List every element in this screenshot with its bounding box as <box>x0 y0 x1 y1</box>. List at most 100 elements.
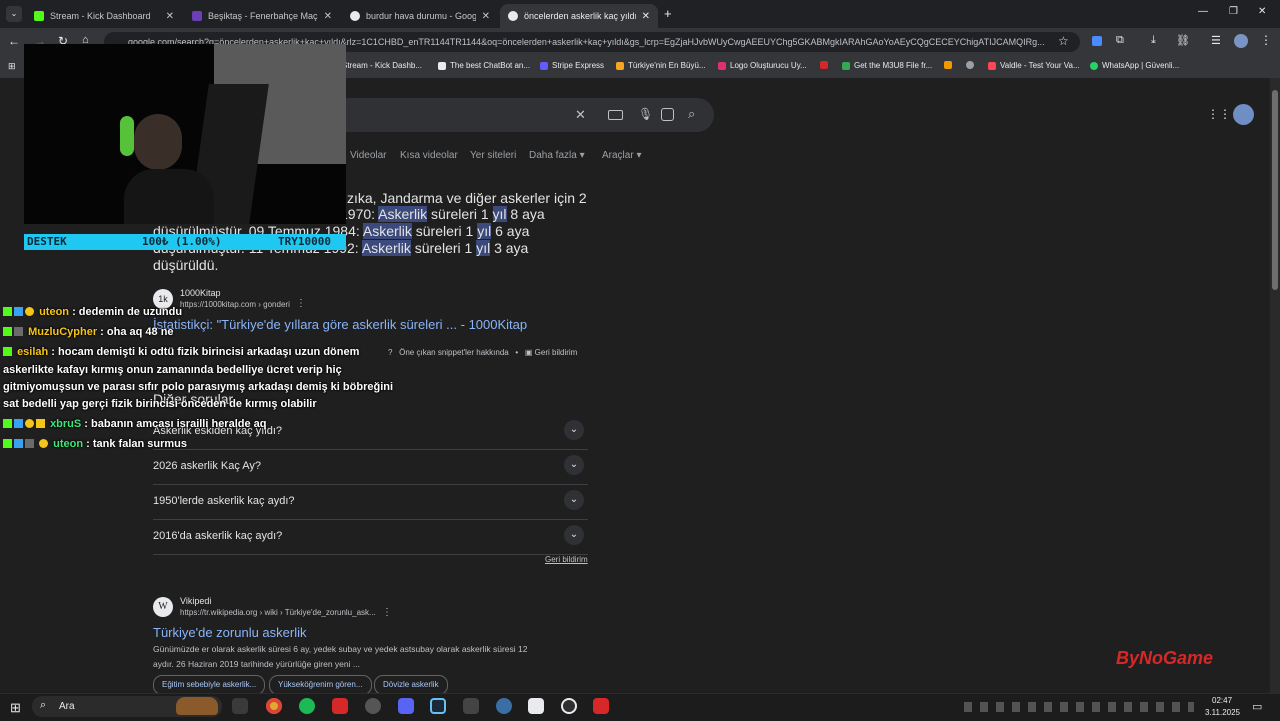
more-options-icon[interactable]: ⋮ <box>382 607 392 618</box>
more-options-icon[interactable]: ⋮ <box>296 298 306 309</box>
bookmark-whatsapp[interactable]: WhatsApp | Güvenli... <box>1090 61 1179 70</box>
keyboard-icon[interactable] <box>608 110 623 120</box>
tab-kick-dashboard[interactable]: Stream - Kick Dashboard ✕ <box>26 4 182 28</box>
bookmark-orange[interactable] <box>944 61 956 69</box>
clock-date[interactable]: 3.11.2025 <box>1205 708 1240 717</box>
bookmark-globe[interactable] <box>966 61 978 69</box>
tab-besiktas[interactable]: Beşiktaş - Fenerbahçe Maç Öze✕ <box>184 4 340 28</box>
chat-message: sat bedelli yap gerçi fizik birincisi ön… <box>3 398 317 410</box>
video-icon <box>192 11 202 21</box>
tab-burdur-hava[interactable]: burdur hava durumu - Google ✕ <box>342 4 498 28</box>
snippet-line-5: düşürüldü. <box>153 257 219 273</box>
snippet-about-link[interactable]: ? Öne çıkan snippet'ler hakkında • ▣ Ger… <box>388 348 577 357</box>
help-icon: ? <box>388 348 393 357</box>
minimize-button[interactable]: — <box>1198 6 1208 17</box>
result-site-name: 1000Kitap <box>180 288 221 298</box>
chevron-down-icon: ⌄ <box>564 420 584 440</box>
bookmark-red[interactable] <box>820 61 832 69</box>
tab-videolar[interactable]: Videolar <box>350 150 387 161</box>
mod-badge-icon <box>14 419 23 428</box>
reading-list-icon[interactable]: ☰ <box>1211 34 1221 47</box>
tab-yer-siteleri[interactable]: Yer siteleri <box>470 150 516 161</box>
result-site-name: Vikipedi <box>180 596 212 606</box>
tab-search-button[interactable]: ⌄ <box>6 6 22 22</box>
notification-icon[interactable]: ▭ <box>1252 700 1262 713</box>
paa-feedback-link[interactable]: Geri bildirim <box>545 555 588 564</box>
kick-badge-icon <box>3 327 12 336</box>
donation-label: DESTEK <box>27 235 67 248</box>
taskbar-search-label: Ara <box>59 701 75 712</box>
tab-strip: ⌄ Stream - Kick Dashboard ✕ Beşiktaş - Fe… <box>0 0 1280 28</box>
microphone-icon[interactable]: 🎙 <box>638 107 653 121</box>
google-apps-icon[interactable]: ⋮⋮ <box>1207 107 1231 121</box>
result-description: aydır. 26 Haziran 2019 tarihinde yürürlü… <box>153 659 360 669</box>
spotify-icon[interactable] <box>299 698 315 714</box>
tab-daha-fazla[interactable]: Daha fazla ▾ <box>529 150 585 161</box>
chatbot-icon <box>438 61 446 70</box>
link-icon[interactable]: ⛓ <box>1176 34 1190 47</box>
clear-search-icon[interactable]: ✕ <box>575 107 586 123</box>
new-tab-button[interactable]: + <box>664 6 672 21</box>
menu-icon[interactable]: ⋮ <box>1260 33 1272 47</box>
result-url: https://1000kitap.com › gonderi <box>180 300 290 309</box>
close-icon[interactable]: ✕ <box>482 11 490 22</box>
bookmark-chatbot[interactable]: The best ChatBot an... <box>438 61 530 70</box>
chat-message: xbruS : babanın amcası israilli heralde … <box>3 416 267 433</box>
result-url: https://tr.wikipedia.org › wiki › Türkiy… <box>180 608 376 617</box>
close-window-button[interactable]: ✕ <box>1258 6 1266 17</box>
extension-icon[interactable] <box>1092 36 1102 46</box>
app-icon[interactable] <box>496 698 512 714</box>
obs-icon[interactable] <box>561 698 577 714</box>
result-title-link[interactable]: İstatistikçi: "Türkiye'de yıllara göre a… <box>153 317 527 332</box>
maximize-button[interactable]: ❐ <box>1229 6 1238 17</box>
app-red-icon[interactable] <box>593 698 609 714</box>
webcam-overlay <box>24 44 346 224</box>
clock-time[interactable]: 02:47 <box>1212 696 1232 705</box>
windows-start-icon[interactable]: ⊞ <box>10 700 21 716</box>
gift-badge-icon <box>36 419 45 428</box>
paa-question[interactable]: 2016'da askerlik kaç aydı? ⌄ <box>153 519 588 555</box>
capcut-icon[interactable] <box>528 698 544 714</box>
task-view-icon[interactable] <box>232 698 248 714</box>
chevron-down-icon: ⌄ <box>564 525 584 545</box>
chat-message: MuzluCypher : oha aq 48 ne <box>3 324 174 341</box>
account-avatar[interactable] <box>1233 104 1254 125</box>
close-icon[interactable]: ✕ <box>324 11 332 22</box>
chrome-icon[interactable] <box>266 698 282 714</box>
bookmark-m3u8[interactable]: Get the M3U8 File fr... <box>842 61 932 70</box>
app-circle-icon[interactable] <box>365 698 381 714</box>
paa-question[interactable]: 1950'lerde askerlik kaç aydı? ⌄ <box>153 484 588 520</box>
bookmark-valdle[interactable]: Valdle - Test Your Va... <box>988 61 1080 70</box>
tab-askerlik-search[interactable]: öncelerden askerlik kaç yıldı - G✕ <box>500 4 658 28</box>
back-arrow-icon[interactable]: ← <box>8 34 20 48</box>
bookmark-star-icon[interactable]: ☆ <box>1058 34 1069 48</box>
bookmark-logo[interactable]: Logo Oluşturucu Uy... <box>718 61 807 70</box>
search-icon[interactable]: ⌕ <box>688 106 695 122</box>
related-chip[interactable]: Yükseköğrenim gören... <box>269 675 372 695</box>
download-icon[interactable]: ⤓ <box>1151 34 1156 47</box>
profile-avatar[interactable] <box>1234 34 1248 48</box>
paa-question[interactable]: 2026 askerlik Kaç Ay? ⌄ <box>153 449 588 485</box>
result-description: Günümüzde er olarak askerlik süresi 6 ay… <box>153 644 528 654</box>
puzzle-icon[interactable]: ⧉ <box>1116 34 1124 47</box>
chat-message: uteon : tank falan surmus <box>3 436 187 453</box>
bookmark-turkiye[interactable]: Türkiye'nin En Büyü... <box>616 61 706 70</box>
scrollbar-thumb[interactable] <box>1272 90 1278 290</box>
tab-kisa-videolar[interactable]: Kısa videolar <box>400 150 458 161</box>
close-icon[interactable]: ✕ <box>642 11 650 22</box>
steam-icon[interactable] <box>430 698 446 714</box>
tab-araclar[interactable]: Araçlar ▾ <box>602 150 642 161</box>
apps-icon[interactable]: ⊞ <box>8 61 16 72</box>
search-input[interactable] <box>320 98 714 132</box>
related-chip[interactable]: Dövizle askerlik <box>374 675 448 695</box>
app-icon[interactable] <box>463 698 479 714</box>
related-chip[interactable]: Eğitim sebebiyle askerlik... <box>153 675 266 695</box>
lens-icon[interactable] <box>661 108 674 121</box>
result-title-link[interactable]: Türkiye'de zorunlu askerlik <box>153 625 307 640</box>
app-red-icon[interactable] <box>332 698 348 714</box>
streamer-body <box>124 169 214 224</box>
close-icon[interactable]: ✕ <box>166 11 174 22</box>
system-tray-icons[interactable] <box>964 702 1194 712</box>
bookmark-stripe[interactable]: Stripe Express <box>540 61 604 70</box>
discord-icon[interactable] <box>398 698 414 714</box>
